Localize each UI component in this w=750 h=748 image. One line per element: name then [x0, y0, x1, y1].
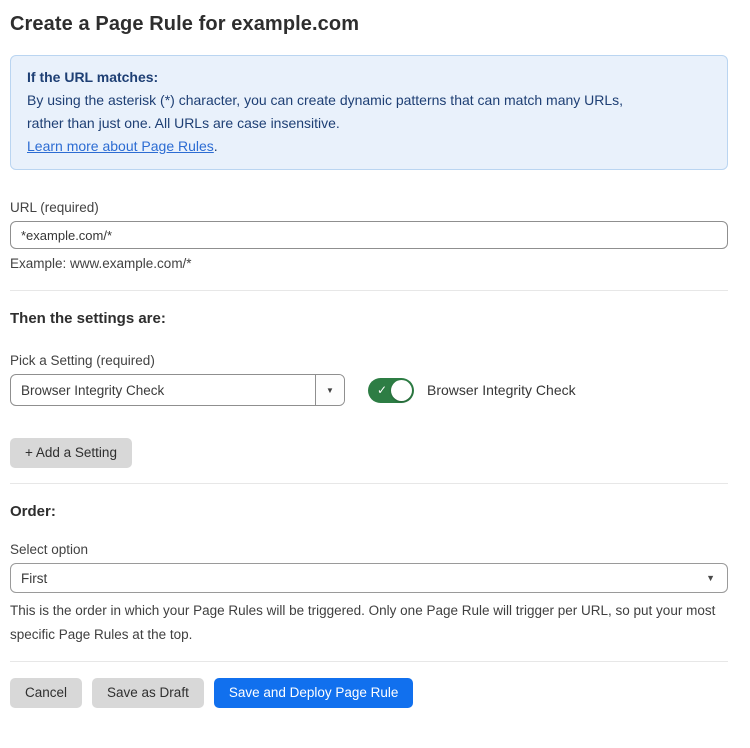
chevron-down-icon[interactable]: ▼: [315, 375, 344, 405]
divider: [10, 661, 728, 662]
create-page-rule-panel: Create a Page Rule for example.com If th…: [0, 0, 750, 748]
check-icon: ✓: [377, 384, 387, 396]
order-select-value: First: [21, 571, 47, 586]
url-input[interactable]: [10, 221, 728, 249]
link-period: .: [214, 138, 218, 154]
select-option-label: Select option: [10, 542, 728, 557]
order-select[interactable]: First ▼: [10, 563, 728, 593]
url-label: URL (required): [10, 200, 728, 215]
info-box-text-line2: rather than just one. All URLs are case …: [27, 112, 711, 135]
url-example-text: Example: www.example.com/*: [10, 256, 728, 271]
info-box-heading: If the URL matches:: [27, 66, 711, 89]
add-setting-button[interactable]: + Add a Setting: [10, 438, 132, 468]
learn-more-link[interactable]: Learn more about Page Rules: [27, 138, 214, 154]
toggle-label: Browser Integrity Check: [427, 382, 576, 398]
order-help-text: This is the order in which your Page Rul…: [10, 599, 728, 647]
url-match-info-box: If the URL matches: By using the asteris…: [10, 55, 728, 170]
pick-setting-label: Pick a Setting (required): [10, 353, 728, 368]
divider: [10, 290, 728, 291]
settings-section-heading: Then the settings are:: [10, 310, 728, 327]
browser-integrity-toggle[interactable]: ✓: [368, 378, 414, 403]
info-box-text-line1: By using the asterisk (*) character, you…: [27, 89, 711, 112]
setting-dropdown[interactable]: Browser Integrity Check ▼: [10, 374, 345, 406]
order-section-heading: Order:: [10, 503, 728, 520]
save-as-draft-button[interactable]: Save as Draft: [92, 678, 204, 708]
page-title: Create a Page Rule for example.com: [10, 13, 728, 36]
divider: [10, 483, 728, 484]
save-and-deploy-button[interactable]: Save and Deploy Page Rule: [214, 678, 414, 708]
footer-actions: Cancel Save as Draft Save and Deploy Pag…: [10, 678, 728, 708]
toggle-knob: [391, 380, 412, 401]
chevron-down-icon: ▼: [706, 573, 715, 583]
cancel-button[interactable]: Cancel: [10, 678, 82, 708]
info-box-link-line: Learn more about Page Rules.: [27, 135, 711, 158]
setting-row: Browser Integrity Check ▼ ✓ Browser Inte…: [10, 374, 728, 406]
setting-dropdown-value: Browser Integrity Check: [11, 383, 315, 398]
